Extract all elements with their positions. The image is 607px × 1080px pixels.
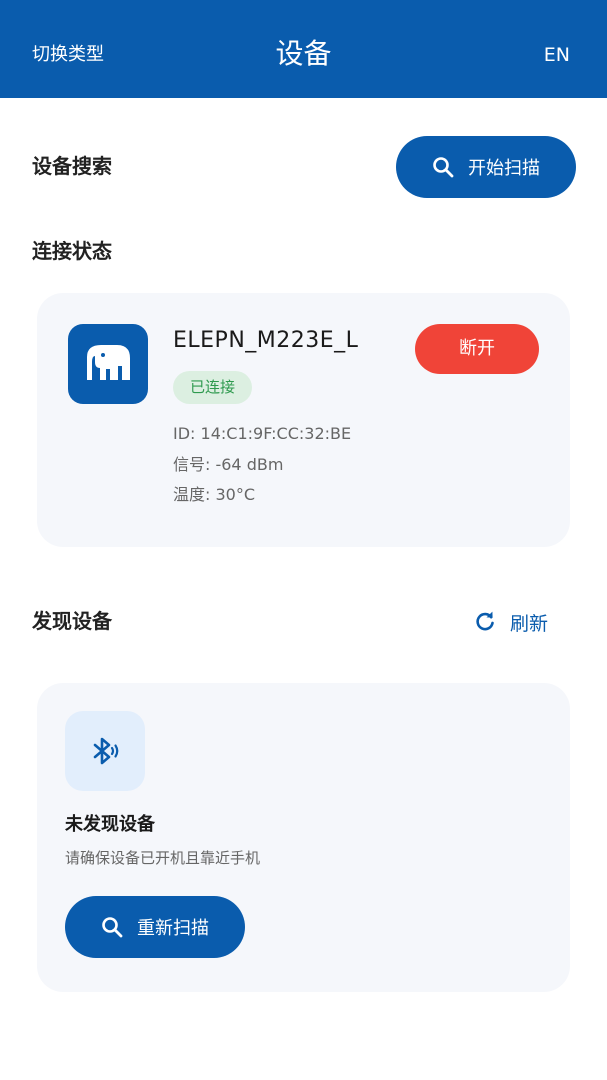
device-name: ELEPN_M223E_L <box>173 328 359 353</box>
start-scan-label: 开始扫描 <box>468 158 540 179</box>
start-scan-button[interactable]: 开始扫描 <box>396 136 576 198</box>
connection-status-title: 连接状态 <box>32 239 112 263</box>
device-temperature: 温度: 30°C <box>173 485 256 504</box>
search-icon <box>102 917 123 938</box>
refresh-button[interactable]: 刷新 <box>474 609 548 635</box>
elephant-logo-icon <box>68 324 148 404</box>
bluetooth-searching-icon <box>65 711 145 791</box>
empty-state-hint: 请确保设备已开机且靠近手机 <box>65 849 261 867</box>
rescan-button[interactable]: 重新扫描 <box>65 896 245 958</box>
connected-device-card: ELEPN_M223E_L 已连接 ID: 14:C1:9F:CC:32:BE … <box>37 293 570 547</box>
refresh-icon <box>476 611 494 631</box>
device-signal: 信号: -64 dBm <box>173 455 284 474</box>
device-search-title: 设备搜索 <box>32 154 112 178</box>
status-badge: 已连接 <box>173 371 252 404</box>
refresh-label: 刷新 <box>510 612 549 635</box>
device-id: ID: 14:C1:9F:CC:32:BE <box>173 424 352 443</box>
app-header: 切换类型 设备 EN <box>0 0 607 98</box>
empty-devices-card: 未发现设备 请确保设备已开机且靠近手机 重新扫描 <box>37 683 570 992</box>
search-icon <box>433 157 454 178</box>
language-toggle[interactable]: EN <box>544 43 570 67</box>
rescan-label: 重新扫描 <box>137 918 209 939</box>
page-title: 设备 <box>275 37 332 70</box>
empty-state-title: 未发现设备 <box>65 814 155 835</box>
found-devices-title: 发现设备 <box>32 609 112 633</box>
disconnect-button[interactable]: 断开 <box>415 324 539 374</box>
